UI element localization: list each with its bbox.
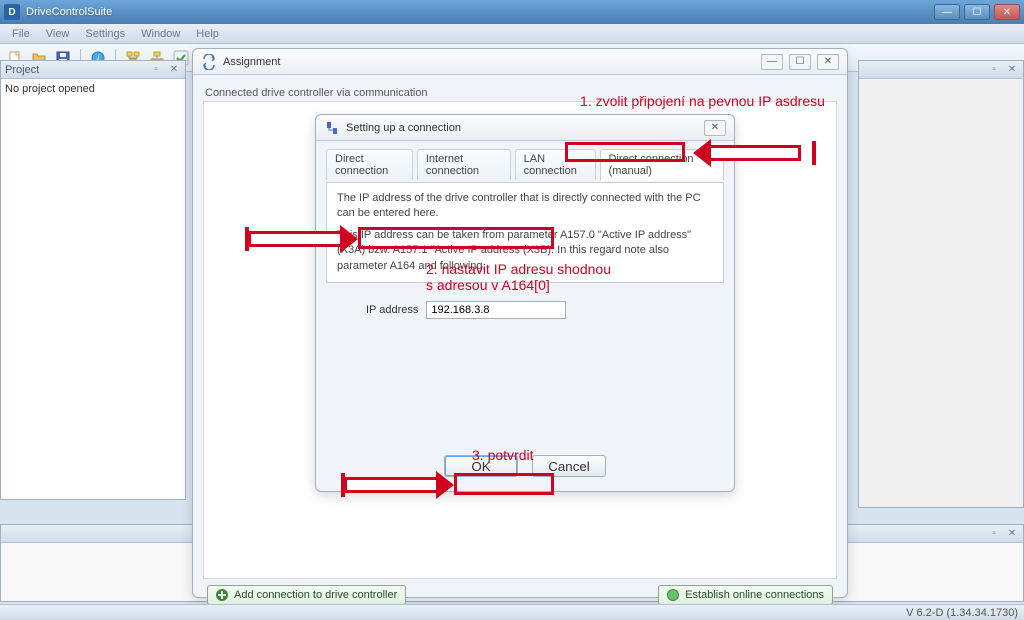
window-min-icon[interactable]: — xyxy=(761,54,783,70)
cancel-button[interactable]: Cancel xyxy=(532,455,606,477)
ok-button[interactable]: OK xyxy=(444,455,518,477)
project-panel-title: Project xyxy=(5,64,39,76)
panel-pin-icon[interactable]: ▫ xyxy=(987,527,1001,541)
menu-view[interactable]: View xyxy=(38,28,78,40)
assignment-title: Assignment xyxy=(223,56,761,68)
dialog-close-icon[interactable]: ✕ xyxy=(704,120,726,136)
connection-info: The IP address of the drive controller t… xyxy=(326,182,724,283)
go-icon xyxy=(667,589,679,601)
group-label: Connected drive controller via communica… xyxy=(205,87,837,99)
info-line-2: This IP address can be taken from parame… xyxy=(337,228,713,274)
assignment-icon xyxy=(201,54,217,70)
tab-lan[interactable]: LAN connection xyxy=(515,149,596,180)
tab-direct[interactable]: Direct connection xyxy=(326,149,413,180)
plus-icon xyxy=(216,589,228,601)
tab-internet[interactable]: Internet connection xyxy=(417,149,511,180)
app-icon: D xyxy=(4,4,20,20)
ip-address-input[interactable] xyxy=(426,301,566,319)
project-panel-body: No project opened xyxy=(1,79,185,99)
establish-connections-label: Establish online connections xyxy=(685,589,824,601)
add-connection-label: Add connection to drive controller xyxy=(234,589,397,601)
info-line-1: The IP address of the drive controller t… xyxy=(337,191,713,222)
connection-icon xyxy=(324,120,340,136)
panel-close-icon[interactable]: ✕ xyxy=(167,63,181,77)
menu-help[interactable]: Help xyxy=(188,28,227,40)
tab-manual[interactable]: Direct connection (manual) xyxy=(600,149,724,181)
panel-pin-icon[interactable]: ▫ xyxy=(149,63,163,77)
panel-close-icon[interactable]: ✕ xyxy=(1005,527,1019,541)
ip-address-label: IP address xyxy=(366,304,418,316)
connection-tabs: Direct connection Internet connection LA… xyxy=(326,149,724,180)
add-connection-button[interactable]: Add connection to drive controller xyxy=(207,585,406,605)
minimize-button[interactable]: — xyxy=(934,4,960,20)
panel-close-icon[interactable]: ✕ xyxy=(1005,63,1019,77)
menu-window[interactable]: Window xyxy=(133,28,188,40)
close-button[interactable]: ✕ xyxy=(994,4,1020,20)
panel-pin-icon[interactable]: ▫ xyxy=(987,63,1001,77)
window-close-icon[interactable]: ✕ xyxy=(817,54,839,70)
right-panel: ▫ ✕ xyxy=(858,60,1024,508)
menu-file[interactable]: File xyxy=(4,28,38,40)
project-panel: Project ▫ ✕ No project opened xyxy=(0,60,186,500)
connection-dialog-title: Setting up a connection xyxy=(346,122,704,134)
status-bar: V 6.2-D (1.34.34.1730) xyxy=(0,604,1024,620)
app-title: DriveControlSuite xyxy=(26,6,934,18)
version-label: V 6.2-D (1.34.34.1730) xyxy=(906,607,1018,619)
establish-connections-button[interactable]: Establish online connections xyxy=(658,585,833,605)
window-max-icon[interactable]: ☐ xyxy=(789,54,811,70)
menu-settings[interactable]: Settings xyxy=(77,28,133,40)
connection-dialog: Setting up a connection ✕ Direct connect… xyxy=(315,114,735,492)
menu-bar: File View Settings Window Help xyxy=(0,24,1024,44)
app-titlebar: D DriveControlSuite — ☐ ✕ xyxy=(0,0,1024,24)
maximize-button[interactable]: ☐ xyxy=(964,4,990,20)
